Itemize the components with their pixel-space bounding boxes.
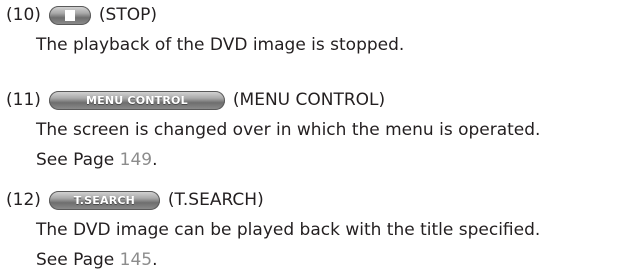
item-heading: (12) T.SEARCH (T.SEARCH) <box>6 185 264 215</box>
see-page-prefix: See Page <box>36 250 120 270</box>
see-page-suffix: . <box>152 150 158 170</box>
see-page-prefix: See Page <box>36 150 120 170</box>
description-text: The DVD image can be played back with th… <box>36 220 541 240</box>
menu-control-button-graphic: MENU CONTROL <box>48 90 225 110</box>
page-reference[interactable]: 149 <box>120 150 152 170</box>
item-number: (11) <box>6 90 41 110</box>
description-text: The playback of the DVD image is stopped… <box>36 35 405 55</box>
item-description: The DVD image can be played back with th… <box>36 215 540 275</box>
item-name: (STOP) <box>98 5 157 25</box>
item-name: (MENU CONTROL) <box>232 90 386 110</box>
item-heading: (11) MENU CONTROL (MENU CONTROL) <box>6 85 385 115</box>
stop-button-graphic <box>48 5 91 25</box>
item-description: The screen is changed over in which the … <box>36 115 540 175</box>
item-heading: (10) (STOP) <box>6 0 157 30</box>
t-search-button-graphic: T.SEARCH <box>48 190 160 210</box>
item-name: (T.SEARCH) <box>167 190 264 210</box>
item-number: (10) <box>6 5 41 25</box>
item-description: The playback of the DVD image is stopped… <box>36 30 404 60</box>
item-number: (12) <box>6 190 41 210</box>
see-page-line: See Page 149. <box>36 145 540 175</box>
stop-square-icon <box>64 9 75 21</box>
description-text: The screen is changed over in which the … <box>36 120 541 140</box>
see-page-suffix: . <box>152 250 158 270</box>
page-reference[interactable]: 145 <box>120 250 152 270</box>
see-page-line: See Page 145. <box>36 245 540 275</box>
